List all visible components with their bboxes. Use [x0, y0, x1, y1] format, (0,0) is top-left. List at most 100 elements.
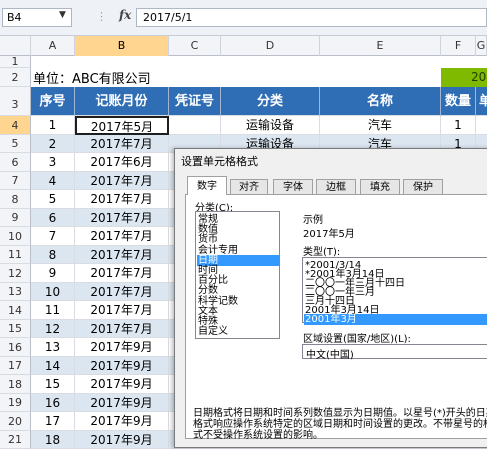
- row-header[interactable]: 14: [0, 301, 31, 320]
- cell-month[interactable]: 2017年7月: [75, 301, 169, 320]
- tab-border[interactable]: 边框: [316, 179, 356, 194]
- cell-month[interactable]: 2017年9月: [75, 357, 169, 375]
- cell-seq[interactable]: 18: [31, 431, 75, 449]
- header-name[interactable]: 名称: [320, 87, 441, 116]
- cell-month[interactable]: 2017年9月: [75, 394, 169, 412]
- cell-seq[interactable]: 9: [31, 264, 75, 283]
- cell-seq[interactable]: 14: [31, 357, 75, 375]
- cell-seq[interactable]: 11: [31, 301, 75, 320]
- row-header[interactable]: 4: [0, 116, 31, 135]
- cell-month[interactable]: 2017年9月: [75, 431, 169, 449]
- cell-seq[interactable]: 5: [31, 190, 75, 209]
- row-header[interactable]: 8: [0, 190, 31, 209]
- row-header[interactable]: 9: [0, 209, 31, 227]
- header-month[interactable]: 记账月份: [75, 87, 169, 116]
- column-header-g[interactable]: G: [476, 36, 487, 56]
- row-header[interactable]: 1: [0, 56, 31, 68]
- cell-seq[interactable]: 6: [31, 209, 75, 227]
- cell-category[interactable]: 运输设备: [221, 116, 320, 135]
- column-header-d[interactable]: D: [221, 36, 320, 56]
- cell-month[interactable]: 2017年7月: [75, 172, 169, 190]
- cell-name[interactable]: 汽车: [320, 116, 441, 135]
- row-header[interactable]: 3: [0, 87, 31, 116]
- row-header[interactable]: 12: [0, 264, 31, 283]
- chevron-down-icon[interactable]: ▼: [59, 10, 66, 20]
- column-header-a[interactable]: A: [31, 36, 75, 56]
- header-voucher[interactable]: 凭证号: [169, 87, 221, 116]
- type-item[interactable]: 2001年3月: [304, 314, 487, 325]
- cell-month[interactable]: 2017年9月: [75, 375, 169, 394]
- cell-month[interactable]: 2017年7月: [75, 227, 169, 246]
- row-header[interactable]: 16: [0, 338, 31, 357]
- cell-qty[interactable]: 1: [441, 116, 476, 135]
- cell-month[interactable]: 2017年6月: [75, 153, 169, 172]
- format-description: 日期格式将日期和时间系列数值显示为日期值。以星号(*)开头的日期格式响应操作系统…: [193, 408, 487, 441]
- row-header[interactable]: 7: [0, 172, 31, 190]
- cell-seq[interactable]: 2: [31, 135, 75, 153]
- cell-seq[interactable]: 16: [31, 394, 75, 412]
- sample-value: 2017年5月: [303, 229, 355, 240]
- column-header-c[interactable]: C: [169, 36, 221, 56]
- cell-month[interactable]: 2017年9月: [75, 412, 169, 431]
- row-header[interactable]: 13: [0, 283, 31, 301]
- cell-month[interactable]: 2017年7月: [75, 135, 169, 153]
- row-header[interactable]: 15: [0, 320, 31, 338]
- header-qty[interactable]: 数量: [441, 87, 476, 116]
- cell-seq[interactable]: 12: [31, 320, 75, 338]
- cell-seq[interactable]: 4: [31, 172, 75, 190]
- formula-separator-icon: ⋮: [96, 10, 107, 23]
- cell-voucher[interactable]: [169, 116, 221, 135]
- cell-month[interactable]: 2017年9月: [75, 338, 169, 357]
- tab-protection[interactable]: 保护: [403, 179, 443, 194]
- cell-month[interactable]: 2017年7月: [75, 209, 169, 227]
- cell-month[interactable]: 2017年7月: [75, 283, 169, 301]
- cell-seq[interactable]: 1: [31, 116, 75, 135]
- cell-seq[interactable]: 15: [31, 375, 75, 394]
- row-header[interactable]: 5: [0, 135, 31, 153]
- column-header-f[interactable]: F: [441, 36, 476, 56]
- row-header[interactable]: 6: [0, 153, 31, 172]
- type-label: 类型(T):: [303, 247, 341, 258]
- formula-input[interactable]: 2017/5/1: [136, 8, 487, 27]
- header-category[interactable]: 分类: [221, 87, 320, 116]
- header-seq[interactable]: 序号: [31, 87, 75, 116]
- select-all-corner[interactable]: [0, 36, 31, 56]
- cell-seq[interactable]: 3: [31, 153, 75, 172]
- type-list[interactable]: *2001/3/14 *2001年3月14日 二〇〇一年三月十四日 二〇〇一年三月 三月…: [302, 257, 487, 325]
- column-header-e[interactable]: E: [320, 36, 441, 56]
- category-list[interactable]: 常规 数值 货币 会计专用 日期 时间 百分比 分数 科学记数 文本 特殊 自定义: [195, 211, 280, 339]
- cell-seq[interactable]: 8: [31, 246, 75, 264]
- row-header[interactable]: 21: [0, 431, 31, 449]
- row-header[interactable]: 19: [0, 394, 31, 412]
- column-header-bar: A B C D E F G: [0, 36, 487, 56]
- tab-number[interactable]: 数字: [187, 176, 227, 195]
- cell-month[interactable]: 2017年7月: [75, 264, 169, 283]
- category-item[interactable]: 自定义: [198, 326, 228, 337]
- cell-seq[interactable]: 7: [31, 227, 75, 246]
- title-cell[interactable]: 20: [441, 68, 487, 87]
- active-cell[interactable]: 2017年5月: [75, 116, 169, 135]
- cell-unit[interactable]: [476, 116, 487, 135]
- format-cells-dialog: 设置单元格格式 数字 对齐 字体 边框 填充 保护 分类(C): 常规 数值 货币会…: [174, 148, 487, 448]
- cell-month[interactable]: 2017年7月: [75, 190, 169, 209]
- cell-month[interactable]: 2017年7月: [75, 320, 169, 338]
- insert-function-button[interactable]: fx: [119, 8, 131, 22]
- row-header[interactable]: 18: [0, 375, 31, 394]
- cell-seq[interactable]: 10: [31, 283, 75, 301]
- row-header[interactable]: 20: [0, 412, 31, 431]
- cell-seq[interactable]: 17: [31, 412, 75, 431]
- row-header[interactable]: 10: [0, 227, 31, 246]
- tab-alignment[interactable]: 对齐: [230, 179, 268, 194]
- row-header[interactable]: 11: [0, 246, 31, 264]
- row-header[interactable]: 2: [0, 68, 31, 87]
- company-label: 单位：ABC有限公司: [33, 72, 151, 87]
- locale-select[interactable]: 中文(中国): [302, 344, 487, 361]
- tab-font[interactable]: 字体: [273, 179, 313, 194]
- cell-seq[interactable]: 13: [31, 338, 75, 357]
- row-header[interactable]: 17: [0, 357, 31, 375]
- header-unit[interactable]: 单: [476, 87, 487, 116]
- tab-fill[interactable]: 填充: [360, 179, 400, 194]
- cell-month[interactable]: 2017年7月: [75, 246, 169, 264]
- column-header-b[interactable]: B: [75, 36, 169, 56]
- dialog-title: 设置单元格格式: [181, 155, 258, 168]
